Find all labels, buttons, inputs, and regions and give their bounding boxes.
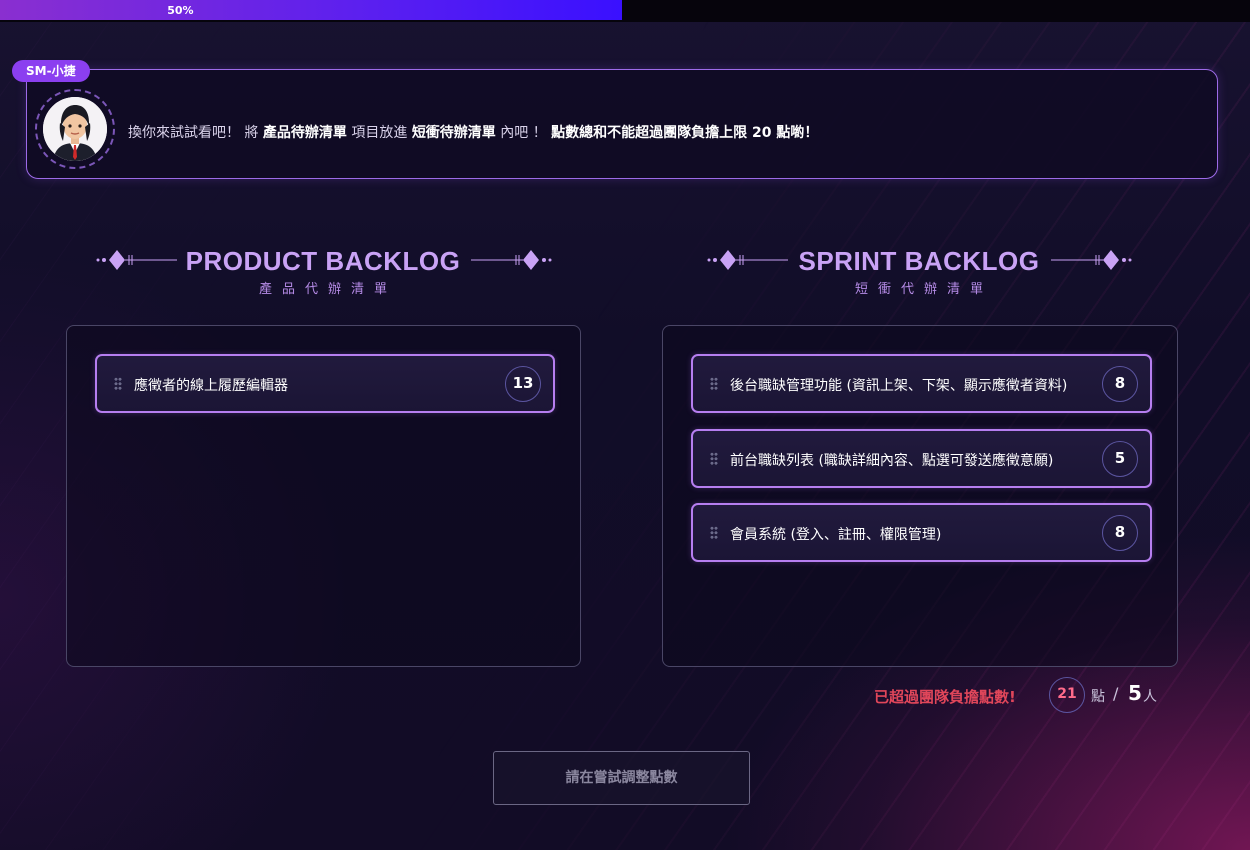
sprint-item-card[interactable]: 前台職缺列表 (職缺詳細內容、點選可發送應徵意願) 5 <box>691 429 1152 488</box>
team-unit: 人 <box>1143 689 1157 705</box>
over-capacity-warning: 已超過團隊負擔點數! <box>874 688 1016 706</box>
retry-adjust-points-button[interactable]: 請在嘗試調整點數 <box>493 751 750 805</box>
drag-handle-icon[interactable] <box>114 377 122 390</box>
product-backlog-subtitle: 產品代辦清單 <box>258 282 397 297</box>
drag-handle-icon[interactable] <box>710 452 718 465</box>
dialog-message: 換你來試試看吧！ 將 產品待辦清單 項目放進 短衝待辦清單 內吧 ！ 點數總和不… <box>128 122 818 142</box>
points-unit: 點 <box>1091 689 1105 705</box>
dialog-segment: 短衝待辦清單 <box>411 125 496 141</box>
total-points-badge: 21 <box>1049 677 1085 713</box>
dialog-segment: 產品待辦清單 <box>262 125 347 141</box>
dialog-segment: 內吧 ！ <box>495 125 552 141</box>
sprint-item-card[interactable]: 會員系統 (登入、註冊、權限管理) 8 <box>691 503 1152 562</box>
product-backlog-dropzone[interactable]: 應徵者的線上履歷編輯器 13 <box>66 325 581 667</box>
story-points-badge: 13 <box>505 366 541 402</box>
backlog-item-card[interactable]: 應徵者的線上履歷編輯器 13 <box>95 354 555 413</box>
progress-label: 50% <box>167 4 194 17</box>
drag-handle-icon[interactable] <box>710 377 718 390</box>
team-size: 5 <box>1128 681 1142 705</box>
dialog-segment: 點數總和不能超過團隊負擔上限 20 點喲！ <box>551 125 819 141</box>
dialog-segment: 項目放進 <box>346 125 412 141</box>
sprint-item-label: 後台職缺管理功能 (資訊上架、下架、顯示應徵者資料) <box>730 378 1068 394</box>
speaker-tag: SM-小捷 <box>12 60 90 82</box>
dialog-segment: 換你來試試看吧！ 將 <box>128 125 263 141</box>
story-points-badge: 8 <box>1102 515 1138 551</box>
sprint-item-card[interactable]: 後台職缺管理功能 (資訊上架、下架、顯示應徵者資料) 8 <box>691 354 1152 413</box>
story-points-badge: 8 <box>1102 366 1138 402</box>
backlog-item-label: 應徵者的線上履歷編輯器 <box>134 378 288 394</box>
progress-bar: 50% <box>0 0 1250 22</box>
sprint-item-label: 會員系統 (登入、註冊、權限管理) <box>730 527 942 543</box>
sprint-backlog-subtitle: 短衝代辦清單 <box>854 282 993 297</box>
story-points-badge: 5 <box>1102 441 1138 477</box>
drag-handle-icon[interactable] <box>710 526 718 539</box>
sprint-item-label: 前台職缺列表 (職缺詳細內容、點選可發送應徵意願) <box>730 453 1054 469</box>
sprint-backlog-dropzone[interactable]: 後台職缺管理功能 (資訊上架、下架、顯示應徵者資料) 8 前台職缺列表 (職缺詳… <box>662 325 1178 667</box>
separator: / <box>1113 684 1119 703</box>
header-ornament-right-icon <box>1051 250 1132 270</box>
person-avatar-icon <box>43 97 107 161</box>
header-ornament-right-icon <box>471 250 552 270</box>
